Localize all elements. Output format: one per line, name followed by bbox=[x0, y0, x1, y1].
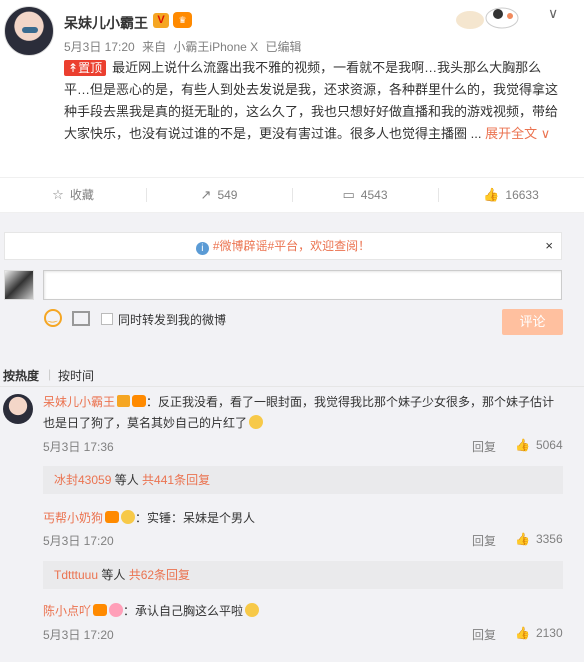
comment-item: 陈小点吖 ：承认自己胸这么平啦 bbox=[43, 601, 563, 622]
emoji-icon bbox=[249, 415, 264, 429]
info-icon: i bbox=[195, 242, 209, 255]
thumb-up-icon: 👍 bbox=[515, 532, 530, 546]
image-icon[interactable] bbox=[72, 311, 90, 326]
rumor-notice-bar: i #微博辟谣#平台，欢迎查阅！ × bbox=[4, 232, 562, 260]
favorite-button[interactable]: ☆ 收藏 bbox=[0, 178, 146, 212]
post-username[interactable]: 呆妹儿小霸王 bbox=[64, 13, 148, 33]
forward-checkbox-label[interactable]: 同时转发到我的微博 bbox=[118, 311, 226, 328]
sub-reply-count-link[interactable]: 共441条回复 bbox=[142, 473, 210, 487]
divider bbox=[0, 386, 584, 387]
comment-reply-button[interactable]: 回复 bbox=[472, 438, 496, 455]
comment-username[interactable]: 丐帮小奶狗 bbox=[43, 511, 103, 525]
emoji-icon[interactable] bbox=[44, 309, 62, 327]
comment-like-button[interactable]: 👍 2130 bbox=[515, 626, 563, 640]
sub-replies-box[interactable]: Tdtttuuu 等人 共62条回复 bbox=[43, 561, 563, 589]
expand-label: 展开全文 bbox=[485, 126, 538, 141]
comment-like-count: 3356 bbox=[535, 532, 563, 546]
post-device[interactable]: 小霸王iPhone X bbox=[173, 40, 258, 54]
emoji-icon bbox=[245, 603, 260, 617]
sub-reply-text: 等人 bbox=[111, 473, 143, 487]
close-icon[interactable]: × bbox=[545, 233, 553, 259]
sub-replies-box[interactable]: 冰封43059 等人 共441条回复 bbox=[43, 466, 563, 494]
comment-item: 呆妹儿小霸王 ：反正我没看，看了一眼封面，我觉得我比那个妹子少女很多，那个妹子估计… bbox=[43, 392, 563, 434]
favorite-label: 收藏 bbox=[69, 188, 94, 202]
pinned-badge: ↟置顶 bbox=[64, 60, 107, 76]
comment-time: 5月3日 17:20 bbox=[43, 534, 114, 548]
comment-avatar[interactable] bbox=[3, 394, 33, 424]
like-button[interactable]: 👍 16633 bbox=[438, 178, 584, 212]
emoji-badge-icon bbox=[121, 510, 136, 524]
my-avatar[interactable] bbox=[4, 270, 34, 300]
post-from-label: 来自 bbox=[142, 40, 167, 54]
comment-like-button[interactable]: 👍 5064 bbox=[515, 438, 563, 452]
vip-badge-icon bbox=[132, 395, 147, 407]
comment-time: 5月3日 17:20 bbox=[43, 628, 114, 642]
weibo-post: 呆妹儿小霸王 V ♛ ∨ 5月3日 17:20 来自 小霸王iPhone X 已… bbox=[0, 0, 584, 177]
comment-item: 丐帮小奶狗 ：实锤：呆妹是个男人 bbox=[43, 508, 563, 529]
comment-reply-button[interactable]: 回复 bbox=[472, 626, 496, 643]
post-meta: 5月3日 17:20 来自 小霸王iPhone X 已编辑 bbox=[64, 38, 306, 55]
comment-username[interactable]: 呆妹儿小霸王 bbox=[43, 395, 115, 409]
comment-like-count: 2130 bbox=[535, 626, 563, 640]
sub-reply-count-link[interactable]: 共62条回复 bbox=[129, 568, 190, 582]
thumb-up-icon: 👍 bbox=[483, 187, 500, 202]
sub-reply-username[interactable]: Tdtttuuu bbox=[54, 568, 98, 582]
comment-count: 4543 bbox=[360, 188, 388, 202]
comment-username[interactable]: 陈小点吖 bbox=[43, 604, 91, 618]
post-text: 最近网上说什么流露出我不雅的视频，一看就不是我啊…我头那么大胸那么平…但是恶心的… bbox=[64, 60, 559, 141]
pin-icon: ↟ bbox=[68, 61, 79, 75]
heart-badge-icon bbox=[109, 603, 124, 617]
sub-reply-username[interactable]: 冰封43059 bbox=[54, 473, 111, 487]
verified-badge-icon bbox=[117, 395, 131, 407]
comment-time: 5月3日 17:36 bbox=[43, 440, 114, 454]
sub-reply-text: 等人 bbox=[98, 568, 129, 582]
avatar[interactable] bbox=[4, 6, 54, 56]
rumor-topic-link[interactable]: #微博辟谣#平台，欢迎查阅！ bbox=[213, 239, 370, 253]
comment-like-button[interactable]: 👍 3356 bbox=[515, 532, 563, 546]
sort-divider: | bbox=[48, 367, 52, 381]
forward-checkbox[interactable] bbox=[101, 313, 113, 325]
vip-badge-icon: ♛ bbox=[173, 12, 192, 28]
thumb-up-icon: 👍 bbox=[515, 626, 530, 640]
decoration-cats-icon bbox=[456, 7, 519, 29]
forward-button[interactable]: ↗ 549 bbox=[146, 178, 292, 212]
comment-text: ：实锤：呆妹是个男人 bbox=[135, 511, 256, 525]
comment-button[interactable]: ▭ 4543 bbox=[292, 178, 438, 212]
star-icon: ☆ bbox=[52, 187, 64, 202]
vip-badge-icon bbox=[105, 511, 120, 523]
sort-by-time-tab[interactable]: 按时间 bbox=[58, 367, 94, 384]
pinned-label: 置顶 bbox=[78, 61, 103, 75]
post-edited[interactable]: 已编辑 bbox=[265, 40, 301, 54]
more-chevron-icon[interactable]: ∨ bbox=[548, 5, 558, 22]
post-action-bar: ☆ 收藏 ↗ 549 ▭ 4543 👍 16633 bbox=[0, 177, 584, 213]
comment-icon: ▭ bbox=[342, 187, 355, 202]
verified-badge-icon: V bbox=[153, 13, 169, 28]
like-count: 16633 bbox=[505, 188, 539, 202]
forward-count: 549 bbox=[217, 188, 238, 202]
forward-icon: ↗ bbox=[200, 187, 212, 202]
comment-input[interactable] bbox=[43, 270, 562, 300]
comment-like-count: 5064 bbox=[535, 438, 563, 452]
thumb-up-icon: 👍 bbox=[515, 438, 530, 452]
comment-text: ：承认自己胸这么平啦 bbox=[123, 604, 244, 618]
post-content: ↟置顶 最近网上说什么流露出我不雅的视频，一看就不是我啊…我头那么大胸那么平…但是… bbox=[64, 57, 564, 145]
comment-reply-button[interactable]: 回复 bbox=[472, 532, 496, 549]
vip-badge-icon bbox=[93, 604, 108, 616]
sort-by-hot-tab[interactable]: 按热度 bbox=[3, 367, 39, 384]
post-date[interactable]: 5月3日 17:20 bbox=[64, 40, 135, 54]
submit-comment-button[interactable]: 评论 bbox=[502, 309, 563, 335]
chevron-down-icon: ∨ bbox=[540, 126, 551, 141]
expand-full-text-link[interactable]: 展开全文 ∨ bbox=[485, 126, 550, 141]
